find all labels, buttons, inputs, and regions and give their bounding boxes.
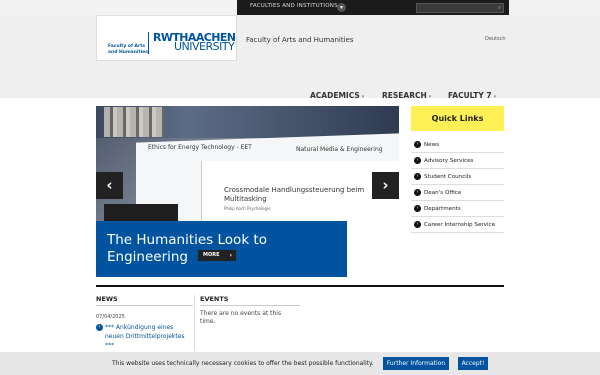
quick-link-label: News — [424, 142, 440, 148]
chevron-down-icon: ▾ — [428, 94, 432, 100]
nav-item-label: FACULTY 7 — [448, 91, 492, 100]
events-empty-message: There are no events at this time. — [200, 310, 282, 325]
quick-link-career-internship-service[interactable]: › Career Internship Service — [411, 217, 504, 233]
search-icon[interactable]: ⌕ — [498, 4, 501, 12]
more-button[interactable]: MORE › — [198, 250, 236, 261]
hero-people-photo — [104, 107, 164, 137]
faculty-logo[interactable]: Faculty of Arts and Humanities RWTHAACHE… — [96, 15, 237, 61]
logo-divider — [148, 32, 149, 54]
accept-cookies-button[interactable]: Accept! — [458, 357, 488, 370]
logo-university: UNIVERSITY — [174, 40, 235, 53]
chevron-right-icon: › — [229, 252, 232, 259]
nav-item-research[interactable]: RESEARCH ▾ — [382, 91, 431, 100]
column-divider — [194, 295, 195, 351]
news-underline — [96, 305, 193, 306]
quick-link-deans-office[interactable]: › Dean's Office — [411, 185, 504, 201]
chevron-down-icon[interactable]: ▾ — [337, 3, 346, 12]
logo-faculty-text: Faculty of Arts and Humanities — [108, 44, 148, 55]
quick-link-label: Advisory Services — [424, 158, 474, 164]
hero-image-text: Philip Koch Psychologie — [224, 206, 271, 211]
site-title[interactable]: Faculty of Arts and Humanities — [246, 36, 354, 44]
quick-link-label: Student Councils — [424, 174, 472, 180]
hero-image-text: Ethics for Energy Technology - EET — [148, 144, 252, 151]
further-information-button[interactable]: Further Information — [383, 357, 449, 370]
slider-prev-button[interactable]: ‹ — [96, 172, 123, 199]
language-switch-link[interactable]: Deutsch — [485, 36, 506, 42]
quick-links-title: Quick Links — [411, 106, 504, 131]
slider-next-button[interactable]: › — [372, 172, 399, 199]
quick-link-label: Departments — [424, 206, 461, 212]
hero-caption: The Humanities Look to Engineering MORE … — [96, 221, 347, 277]
chevron-right-icon: › — [96, 324, 103, 331]
chevron-down-icon: ▾ — [493, 94, 497, 100]
page-header: Faculty of Arts and Humanities RWTHAACHE… — [0, 15, 600, 100]
quick-link-student-councils[interactable]: › Student Councils — [411, 169, 504, 185]
chevron-right-icon: › — [414, 173, 421, 180]
quick-link-label: Career Internship Service — [424, 222, 496, 228]
nav-item-faculty-7[interactable]: FACULTY 7 ▾ — [448, 91, 496, 100]
events-heading: EVENTS — [200, 295, 229, 303]
hero-image-text: Crossmodale Handlungssteuerung beim Mult… — [224, 186, 365, 203]
chevron-right-icon: › — [414, 157, 421, 164]
hero-image-text: Natural Media & Engineering — [296, 146, 383, 153]
quick-links-panel: Quick Links › News › Advisory Services › St… — [411, 106, 504, 233]
news-heading: NEWS — [96, 295, 118, 303]
quick-link-news[interactable]: › News — [411, 137, 504, 153]
search-input[interactable]: ⌕ — [416, 3, 504, 13]
chevron-right-icon: › — [414, 205, 421, 212]
news-date: 07/04/2025 — [96, 314, 125, 320]
section-divider — [96, 285, 504, 287]
quick-links-list: › News › Advisory Services › Student Counci… — [411, 131, 504, 233]
quick-link-advisory-services[interactable]: › Advisory Services — [411, 153, 504, 169]
chevron-right-icon: › — [414, 141, 421, 148]
faculties-menu-link[interactable]: FACULTIES AND INSTITUTIONS — [250, 3, 338, 9]
cookie-banner: This website uses technically necessary … — [0, 352, 600, 375]
nav-item-label: RESEARCH — [382, 91, 427, 100]
quick-link-departments[interactable]: › Departments — [411, 201, 504, 217]
quick-link-label: Dean's Office — [424, 190, 462, 196]
cookie-message: This website uses technically necessary … — [112, 360, 374, 367]
chevron-right-icon: › — [414, 189, 421, 196]
nav-item-academics[interactable]: ACADEMICS ▾ — [310, 91, 364, 100]
chevron-right-icon: › — [414, 221, 421, 228]
events-underline — [200, 305, 300, 306]
news-item-link[interactable]: *** Ankündigung eines neuen Drittmittelp… — [105, 323, 193, 350]
chevron-down-icon: ▾ — [361, 94, 365, 100]
more-button-label: MORE — [203, 252, 220, 258]
nav-item-label: ACADEMICS — [310, 91, 360, 100]
